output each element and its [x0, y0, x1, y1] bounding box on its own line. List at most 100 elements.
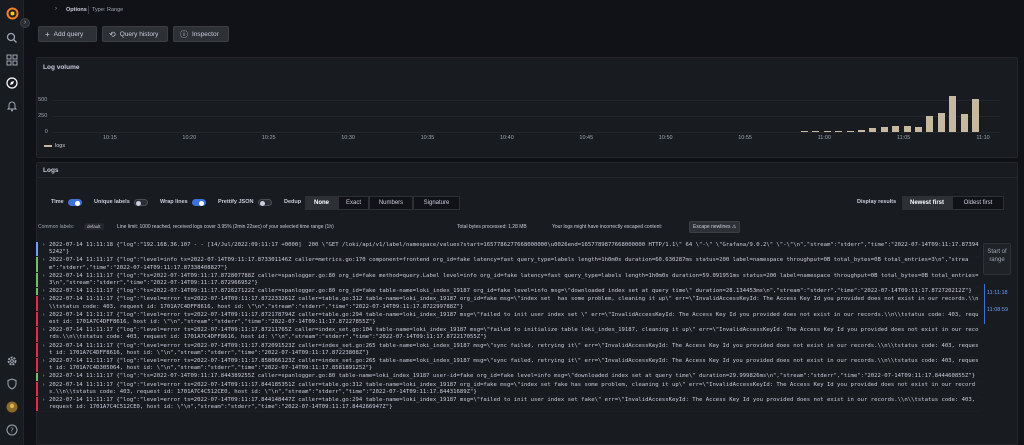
bytes-processed-text: Total bytes processed: 1.28 MB — [457, 224, 527, 230]
start-of-range-button[interactable]: Start of range — [983, 243, 1011, 275]
search-icon[interactable] — [5, 31, 19, 45]
wrap-lines-toggle[interactable] — [192, 199, 206, 206]
range-marker — [984, 284, 985, 324]
chevron-right-icon[interactable]: › — [42, 242, 45, 249]
log-row[interactable]: › 2022-07-14 11:11:17 {"log":"level=error… — [36, 342, 981, 359]
log-level-indicator — [36, 327, 38, 342]
log-row[interactable]: › 2022-07-14 11:11:17 {"log":"level=error… — [36, 311, 981, 328]
volume-bar[interactable] — [903, 125, 911, 132]
x-tick-label: 10:40 — [500, 135, 514, 141]
legend-label[interactable]: logs — [55, 143, 65, 149]
y-gridline — [52, 115, 1000, 117]
volume-bar[interactable] — [960, 113, 968, 132]
chevron-right-icon[interactable]: › — [42, 358, 45, 365]
chevron-right-icon[interactable]: › — [42, 296, 45, 303]
divider — [36, 177, 1018, 178]
x-tick-label: 10:30 — [341, 135, 355, 141]
grafana-logo-icon[interactable] — [5, 6, 19, 20]
prettify-json-toggle[interactable] — [258, 199, 272, 206]
volume-bar[interactable] — [880, 127, 888, 132]
dashboards-icon[interactable] — [5, 53, 19, 67]
log-row[interactable]: › 2022-07-14 11:11:17 {"log":"ts=2022-07-… — [36, 373, 981, 382]
log-volume-panel: Log volume — [36, 57, 1018, 158]
chevron-right-icon[interactable]: › — [42, 382, 45, 389]
newest-first-option[interactable]: Newest first — [902, 196, 952, 210]
add-query-button[interactable]: + Add query — [38, 26, 97, 42]
log-line-text: 2022-07-14 11:11:17 {"log":"level=error … — [49, 296, 979, 310]
volume-bar[interactable] — [812, 131, 820, 132]
inspector-button[interactable]: ⓘ Inspector — [173, 26, 229, 42]
nav-time-bottom[interactable]: 11:08:59 — [987, 307, 1008, 313]
options-label[interactable]: Options — [66, 7, 87, 13]
chevron-right-icon[interactable]: › — [42, 288, 45, 295]
volume-bar[interactable] — [858, 130, 865, 132]
gear-icon[interactable] — [5, 354, 19, 368]
time-toggle[interactable] — [68, 199, 82, 206]
unique-labels-toggle[interactable] — [134, 199, 148, 206]
nav-time-top[interactable]: 11:11:18 — [987, 290, 1008, 296]
dedup-label: Dedup — [284, 199, 302, 205]
log-level-indicator — [36, 242, 38, 257]
log-line-text: 2022-07-14 11:11:17 {"log":"ts=2022-07-1… — [49, 373, 976, 380]
sidebar-expand-button[interactable]: › — [20, 18, 30, 28]
volume-bar[interactable] — [972, 99, 979, 132]
alerting-bell-icon[interactable] — [5, 99, 19, 113]
volume-bar[interactable] — [949, 95, 957, 132]
dedup-none-option[interactable]: None — [305, 196, 338, 210]
log-line-text: 2022-07-14 11:11:17 {"log":"level=error … — [49, 327, 979, 341]
log-rows: › 2022-07-14 11:11:18 {"log":"192.168.36.… — [36, 242, 981, 445]
chevron-right-icon[interactable]: › — [42, 257, 45, 264]
volume-bar[interactable] — [869, 128, 877, 132]
volume-bar[interactable] — [915, 127, 922, 132]
shield-icon[interactable] — [5, 377, 19, 391]
log-row[interactable]: › 2022-07-14 11:11:17 {"log":"level=error… — [36, 397, 981, 413]
wrap-lines-label: Wrap lines — [160, 199, 188, 205]
log-line-text: 2022-07-14 11:11:17 {"log":"level=error … — [49, 397, 979, 411]
escape-warning-text: Your logs might have incorrectly escaped… — [552, 224, 663, 230]
common-labels-label: Common labels: — [38, 224, 75, 230]
dedup-signature-option[interactable]: Signature — [413, 196, 460, 210]
avatar[interactable] — [5, 400, 19, 414]
volume-bar[interactable] — [823, 131, 831, 132]
log-row[interactable]: › 2022-07-14 11:11:17 {"log":"level=error… — [36, 296, 981, 312]
chevron-right-icon[interactable]: › — [42, 327, 45, 334]
log-level-indicator — [36, 373, 38, 381]
volume-bar[interactable] — [846, 131, 854, 132]
log-line-text: 2022-07-14 11:11:17 {"log":"level=info t… — [49, 257, 969, 271]
chevron-right-icon[interactable]: › — [42, 343, 45, 350]
log-row[interactable]: › 2022-07-14 11:11:17 {"log":"level=error… — [36, 358, 981, 374]
log-row[interactable]: › 2022-07-14 11:11:17 {"log":"level=error… — [36, 327, 981, 343]
volume-bar[interactable] — [801, 131, 808, 132]
history-icon: ⟲ — [109, 29, 116, 39]
query-options-bar[interactable]: › Options Type: Range — [36, 3, 1024, 18]
log-row[interactable]: › 2022-07-14 11:11:17 {"log":"ts=2022-07-… — [36, 272, 981, 289]
volume-bar[interactable] — [892, 126, 900, 132]
log-level-indicator — [36, 257, 38, 272]
log-row[interactable]: › 2022-07-14 11:11:17 {"log":"level=info … — [36, 257, 981, 273]
explore-icon[interactable] — [5, 76, 19, 90]
log-row[interactable]: › 2022-07-14 11:11:17 {"log":"level=error… — [36, 381, 981, 398]
log-line-text: 2022-07-14 11:11:18 {"log":"192.168.36.1… — [49, 242, 979, 256]
log-level-indicator — [36, 272, 38, 288]
divider — [88, 6, 89, 14]
dedup-exact-option[interactable]: Exact — [338, 196, 369, 210]
volume-bar[interactable] — [926, 116, 934, 132]
help-icon[interactable]: ? — [5, 423, 19, 437]
dedup-numbers-option[interactable]: Numbers — [369, 196, 413, 210]
log-row[interactable]: › 2022-07-14 11:11:18 {"log":"192.168.36.… — [36, 242, 981, 258]
chevron-right-icon[interactable]: › — [42, 373, 45, 380]
volume-bar[interactable] — [835, 130, 843, 132]
volume-bar[interactable] — [937, 112, 945, 132]
oldest-first-option[interactable]: Oldest first — [952, 196, 1004, 210]
inspector-label: Inspector — [192, 30, 219, 38]
x-tick-label: 10:45 — [579, 135, 594, 141]
query-history-button[interactable]: ⟲ Query history — [102, 26, 168, 42]
log-line-text: 2022-07-14 11:11:17 {"log":"ts=2022-07-1… — [49, 288, 972, 295]
chevron-right-icon[interactable]: › — [42, 397, 45, 404]
log-row[interactable]: › 2022-07-14 11:11:17 {"log":"ts=2022-07-… — [36, 288, 981, 297]
time-label: Time — [51, 199, 64, 205]
y-gridline — [52, 99, 1000, 101]
chevron-right-icon[interactable]: › — [42, 312, 45, 319]
escape-newlines-button[interactable]: Escape newlines ⚠ — [689, 221, 741, 233]
chevron-right-icon[interactable]: › — [42, 273, 45, 280]
